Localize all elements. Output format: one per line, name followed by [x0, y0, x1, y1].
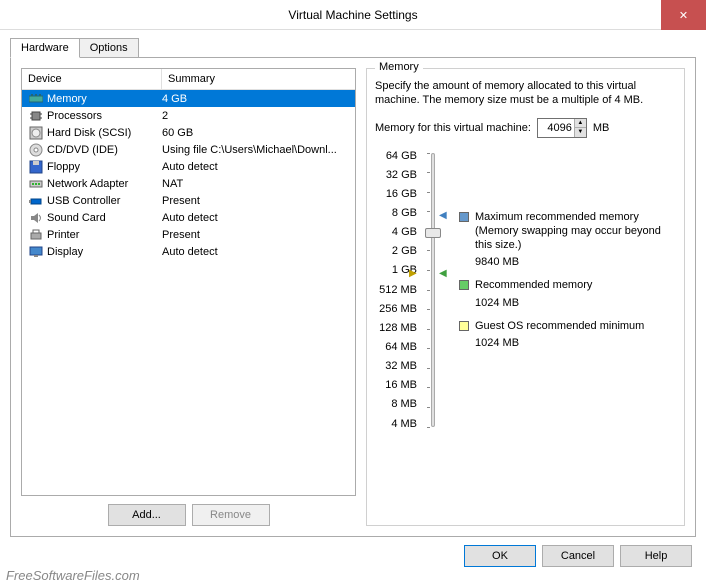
slider-tick-label: 16 MB: [375, 379, 417, 391]
device-summary: Auto detect: [162, 161, 355, 173]
window-title: Virtual Machine Settings: [288, 8, 417, 22]
floppy-icon: [28, 159, 44, 175]
device-summary: Auto detect: [162, 246, 355, 258]
device-summary: Auto detect: [162, 212, 355, 224]
device-name: Hard Disk (SCSI): [47, 127, 162, 139]
memory-spinner[interactable]: ▲ ▼: [537, 118, 587, 138]
slider-tick-labels: 64 GB32 GB16 GB8 GB4 GB2 GB1 GB512 MB256…: [375, 150, 417, 430]
slider-tick-label: 512 MB: [375, 284, 417, 296]
remove-button[interactable]: Remove: [192, 504, 270, 526]
swatch-green-icon: [459, 280, 469, 290]
device-row-cd[interactable]: CD/DVD (IDE)Using file C:\Users\Michael\…: [22, 141, 355, 158]
slider-tick-label: 64 MB: [375, 341, 417, 353]
tab-panel-hardware: Device Summary Memory4 GBProcessors2Hard…: [10, 57, 696, 537]
watermark: FreeSoftwareFiles.com: [6, 568, 140, 583]
disk-icon: [28, 125, 44, 141]
column-device[interactable]: Device: [22, 69, 162, 89]
device-row-usb[interactable]: USB ControllerPresent: [22, 192, 355, 209]
usb-icon: [28, 193, 44, 209]
device-summary: 60 GB: [162, 127, 355, 139]
legend-max-sub: (Memory swapping may occur beyond this s…: [475, 224, 676, 253]
slider-thumb[interactable]: [425, 228, 441, 238]
legend-min-label: Guest OS recommended minimum: [475, 319, 644, 333]
slider-tick-label: 8 MB: [375, 398, 417, 410]
slider-tick-label: 256 MB: [375, 303, 417, 315]
device-name: Network Adapter: [47, 178, 162, 190]
slider-tick-label: 2 GB: [375, 245, 417, 257]
help-button[interactable]: Help: [620, 545, 692, 567]
close-icon: ✕: [679, 9, 688, 22]
device-name: USB Controller: [47, 195, 162, 207]
title-bar: Virtual Machine Settings ✕: [0, 0, 706, 30]
device-name: Processors: [47, 110, 162, 122]
slider-tick-label: 64 GB: [375, 150, 417, 162]
device-row-sound[interactable]: Sound CardAuto detect: [22, 209, 355, 226]
net-icon: [28, 176, 44, 192]
close-button[interactable]: ✕: [661, 0, 706, 30]
cpu-icon: [28, 108, 44, 124]
add-button[interactable]: Add...: [108, 504, 186, 526]
tab-hardware[interactable]: Hardware: [10, 38, 80, 58]
device-row-cpu[interactable]: Processors2: [22, 107, 355, 124]
device-summary: Present: [162, 229, 355, 241]
device-name: Memory: [47, 93, 162, 105]
device-summary: Using file C:\Users\Michael\Downl...: [162, 144, 355, 156]
slider-tick-label: 32 MB: [375, 360, 417, 372]
memory-unit: MB: [593, 122, 610, 134]
device-row-disk[interactable]: Hard Disk (SCSI)60 GB: [22, 124, 355, 141]
device-list: Device Summary Memory4 GBProcessors2Hard…: [21, 68, 356, 496]
device-name: Sound Card: [47, 212, 162, 224]
cancel-button[interactable]: Cancel: [542, 545, 614, 567]
device-list-header: Device Summary: [22, 69, 355, 90]
legend-rec-value: 1024 MB: [475, 297, 676, 309]
memory-input[interactable]: [538, 119, 574, 137]
slider-tick-label: 128 MB: [375, 322, 417, 334]
device-row-printer[interactable]: PrinterPresent: [22, 226, 355, 243]
memory-description: Specify the amount of memory allocated t…: [375, 79, 676, 108]
memory-icon: [28, 91, 44, 107]
slider-tick-label: 4 GB: [375, 226, 417, 238]
marker-rec-icon: ◀: [439, 268, 447, 279]
device-name: Printer: [47, 229, 162, 241]
legend-rec-label: Recommended memory: [475, 278, 592, 292]
device-name: CD/DVD (IDE): [47, 144, 162, 156]
ok-button[interactable]: OK: [464, 545, 536, 567]
device-row-memory[interactable]: Memory4 GB: [22, 90, 355, 107]
marker-max-icon: ◀: [439, 210, 447, 221]
memory-slider[interactable]: ◀ ◀ ▶: [423, 150, 443, 430]
swatch-blue-icon: [459, 212, 469, 222]
device-summary: NAT: [162, 178, 355, 190]
spinner-down-icon[interactable]: ▼: [575, 128, 586, 137]
device-row-net[interactable]: Network AdapterNAT: [22, 175, 355, 192]
dialog-button-bar: OK Cancel Help: [464, 545, 692, 567]
device-summary: Present: [162, 195, 355, 207]
slider-tick-label: 32 GB: [375, 169, 417, 181]
device-row-floppy[interactable]: FloppyAuto detect: [22, 158, 355, 175]
memory-input-label: Memory for this virtual machine:: [375, 122, 531, 134]
swatch-yellow-icon: [459, 321, 469, 331]
slider-tick-label: 4 MB: [375, 418, 417, 430]
slider-tick-label: 16 GB: [375, 188, 417, 200]
printer-icon: [28, 227, 44, 243]
legend-min-value: 1024 MB: [475, 337, 676, 349]
slider-tick-label: 8 GB: [375, 207, 417, 219]
device-summary: 4 GB: [162, 93, 355, 105]
tab-options[interactable]: Options: [79, 38, 139, 58]
device-name: Floppy: [47, 161, 162, 173]
device-row-display[interactable]: DisplayAuto detect: [22, 243, 355, 260]
spinner-up-icon[interactable]: ▲: [575, 119, 586, 129]
sound-icon: [28, 210, 44, 226]
memory-groupbox: Memory Specify the amount of memory allo…: [366, 68, 685, 526]
legend-max-label: Maximum recommended memory: [475, 210, 676, 224]
device-name: Display: [47, 246, 162, 258]
device-summary: 2: [162, 110, 355, 122]
column-summary[interactable]: Summary: [162, 69, 221, 89]
display-icon: [28, 244, 44, 260]
cd-icon: [28, 142, 44, 158]
tab-strip: Hardware Options: [10, 38, 696, 58]
marker-min-icon: ▶: [409, 268, 417, 279]
memory-legend: Memory: [375, 61, 423, 73]
legend-max-value: 9840 MB: [475, 256, 676, 268]
